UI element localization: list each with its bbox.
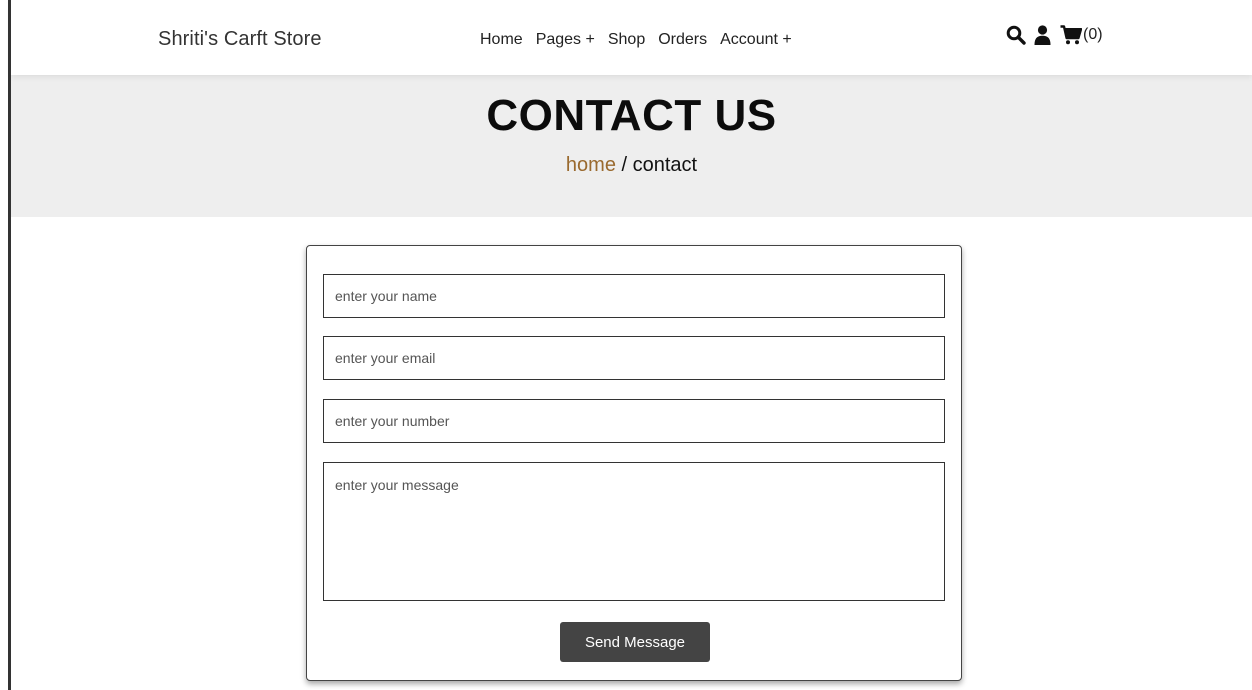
search-icon[interactable] [1006, 25, 1026, 45]
breadcrumb-home-link[interactable]: home [566, 154, 616, 176]
nav-shop[interactable]: Shop [608, 31, 645, 49]
cart-count: (0) [1083, 26, 1103, 43]
nav-pages[interactable]: Pages + [536, 31, 595, 49]
cart-icon[interactable]: (0) [1060, 25, 1103, 45]
number-input[interactable] [323, 399, 945, 443]
left-border [8, 0, 11, 690]
breadcrumb-current: contact [632, 154, 698, 176]
name-input[interactable] [323, 274, 945, 318]
main-nav: Home Pages + Shop Orders Account + [480, 31, 805, 49]
message-textarea[interactable] [323, 462, 945, 601]
email-input[interactable] [323, 336, 945, 380]
site-header: Shriti's Carft Store Home Pages + Shop O… [11, 0, 1252, 75]
contact-form: Send Message [306, 245, 962, 681]
page-title: CONTACT US [486, 91, 777, 140]
send-message-button[interactable]: Send Message [560, 622, 710, 662]
breadcrumb: home / contact [11, 154, 1252, 177]
user-icon[interactable] [1034, 25, 1051, 45]
nav-orders[interactable]: Orders [658, 31, 707, 49]
nav-account[interactable]: Account + [720, 31, 792, 49]
breadcrumb-separator: / [615, 154, 633, 176]
nav-home[interactable]: Home [480, 31, 523, 49]
page-banner: CONTACT US home / contact [11, 75, 1252, 217]
header-icons: (0) [1006, 25, 1103, 45]
store-logo[interactable]: Shriti's Carft Store [158, 28, 322, 51]
